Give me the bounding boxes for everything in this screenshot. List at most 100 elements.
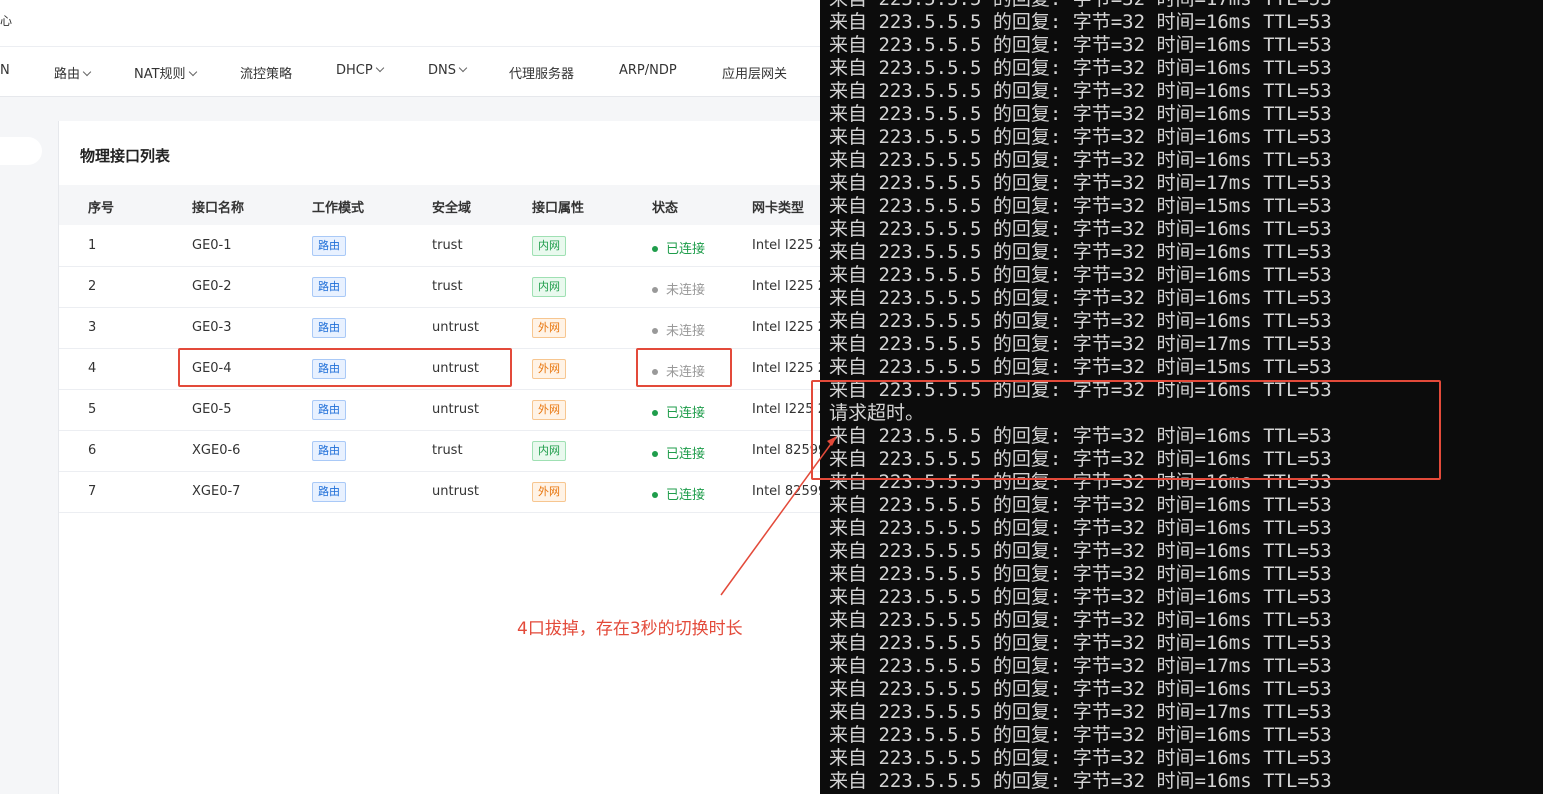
row-nic-type: Intel I225 2 — [752, 361, 820, 376]
nav-item-n[interactable]: N — [0, 63, 10, 78]
column-header-nic: 网卡类型 — [752, 201, 805, 216]
row-zone: trust — [432, 238, 463, 253]
terminal-line: 来自 223.5.5.5 的回复: 字节=32 时间=16ms TTL=53 — [829, 770, 1332, 792]
row-attr-tag: 内网 — [532, 236, 566, 256]
table-row[interactable]: 4 GE0-4 路由 untrust 外网 未连接 Intel I225 2 — [59, 349, 820, 390]
row-index: 2 — [88, 279, 97, 294]
annotation-note: 4口拔掉，存在3秒的切换时长 — [517, 619, 743, 639]
row-mode-tag: 路由 — [312, 400, 346, 420]
terminal-line: 来自 223.5.5.5 的回复: 字节=32 时间=17ms TTL=53 — [829, 172, 1332, 194]
row-interface-name: XGE0-6 — [192, 443, 241, 458]
interface-list-panel: 物理接口列表 序号 接口名称 工作模式 安全域 接口属性 状态 网卡类型 1 GE… — [59, 121, 820, 794]
row-status: 已连接 — [652, 238, 705, 257]
terminal-line: 来自 223.5.5.5 的回复: 字节=32 时间=16ms TTL=53 — [829, 448, 1332, 470]
status-dot-icon — [652, 287, 658, 293]
row-attr-tag: 外网 — [532, 482, 566, 502]
nav-item-flow-control[interactable]: 流控策略 — [240, 63, 292, 82]
terminal-line: 来自 223.5.5.5 的回复: 字节=32 时间=16ms TTL=53 — [829, 80, 1332, 102]
row-status-text: 未连接 — [666, 365, 706, 380]
nav-item-nat-rules[interactable]: NAT规则 — [134, 63, 197, 82]
row-nic-type: Intel 82599 — [752, 484, 820, 499]
terminal-line: 请求超时。 — [829, 402, 925, 424]
terminal-line: 来自 223.5.5.5 的回复: 字节=32 时间=17ms TTL=53 — [829, 701, 1332, 723]
row-status-text: 已连接 — [666, 242, 706, 257]
terminal-line: 来自 223.5.5.5 的回复: 字节=32 时间=16ms TTL=53 — [829, 264, 1332, 286]
row-attr-tag: 内网 — [532, 277, 566, 297]
terminal-line: 来自 223.5.5.5 的回复: 字节=32 时间=16ms TTL=53 — [829, 540, 1332, 562]
row-zone: trust — [432, 443, 463, 458]
column-header-attr: 接口属性 — [532, 201, 585, 216]
nav-item-proxy-server[interactable]: 代理服务器 — [509, 63, 574, 82]
row-nic-type: Intel I225 2 — [752, 238, 820, 253]
table-row[interactable]: 7 XGE0-7 路由 untrust 外网 已连接 Intel 82599 — [59, 472, 820, 513]
table-row[interactable]: 5 GE0-5 路由 untrust 外网 已连接 Intel I225 2 — [59, 390, 820, 431]
row-interface-name: GE0-3 — [192, 320, 232, 335]
row-attr-tag: 外网 — [532, 400, 566, 420]
row-index: 5 — [88, 402, 97, 417]
column-header-mode: 工作模式 — [312, 201, 365, 216]
row-interface-name: XGE0-7 — [192, 484, 241, 499]
row-index: 6 — [88, 443, 97, 458]
row-status-text: 已连接 — [666, 488, 706, 503]
terminal-line: 来自 223.5.5.5 的回复: 字节=32 时间=16ms TTL=53 — [829, 471, 1332, 493]
row-interface-name: GE0-5 — [192, 402, 232, 417]
panel-title: 物理接口列表 — [80, 147, 171, 165]
row-mode-tag: 路由 — [312, 482, 346, 502]
nav-item-arp-ndp[interactable]: ARP/NDP — [619, 63, 677, 78]
terminal-line: 来自 223.5.5.5 的回复: 字节=32 时间=16ms TTL=53 — [829, 678, 1332, 700]
nav-item-dns[interactable]: DNS — [428, 63, 468, 78]
row-status-text: 已连接 — [666, 447, 706, 462]
status-dot-icon — [652, 492, 658, 498]
status-dot-icon — [652, 328, 658, 334]
nav-item-routing[interactable]: 路由 — [54, 63, 92, 82]
terminal-line: 来自 223.5.5.5 的回复: 字节=32 时间=15ms TTL=53 — [829, 195, 1332, 217]
terminal-line: 来自 223.5.5.5 的回复: 字节=32 时间=16ms TTL=53 — [829, 218, 1332, 240]
table-row[interactable]: 3 GE0-3 路由 untrust 外网 未连接 Intel I225 2 — [59, 308, 820, 349]
chevron-down-icon — [375, 63, 384, 73]
terminal-line: 来自 223.5.5.5 的回复: 字节=32 时间=16ms TTL=53 — [829, 586, 1332, 608]
terminal-line: 来自 223.5.5.5 的回复: 字节=32 时间=16ms TTL=53 — [829, 241, 1332, 263]
sidebar — [0, 121, 59, 794]
status-dot-icon — [652, 451, 658, 457]
nav-item-dhcp[interactable]: DHCP — [336, 63, 384, 78]
row-nic-type: Intel I225 2 — [752, 279, 820, 294]
row-status: 未连接 — [652, 320, 705, 339]
row-interface-name: GE0-2 — [192, 279, 232, 294]
column-header-name: 接口名称 — [192, 201, 245, 216]
table-row[interactable]: 2 GE0-2 路由 trust 内网 未连接 Intel I225 2 — [59, 267, 820, 308]
row-mode-tag: 路由 — [312, 441, 346, 461]
terminal-line: 来自 223.5.5.5 的回复: 字节=32 时间=16ms TTL=53 — [829, 747, 1332, 769]
row-zone: untrust — [432, 361, 480, 376]
row-nic-type: Intel I225 2 — [752, 320, 820, 335]
top-bar-title-fragment: 心 — [0, 14, 13, 28]
nav-item-alg[interactable]: 应用层网关 — [722, 63, 787, 82]
terminal-line: 来自 223.5.5.5 的回复: 字节=32 时间=16ms TTL=53 — [829, 724, 1332, 746]
terminal-line: 来自 223.5.5.5 的回复: 字节=32 时间=16ms TTL=53 — [829, 609, 1332, 631]
table-row[interactable]: 6 XGE0-6 路由 trust 内网 已连接 Intel 82599 — [59, 431, 820, 472]
terminal-line: 来自 223.5.5.5 的回复: 字节=32 时间=16ms TTL=53 — [829, 563, 1332, 585]
terminal-line: 来自 223.5.5.5 的回复: 字节=32 时间=16ms TTL=53 — [829, 126, 1332, 148]
table-row[interactable]: 1 GE0-1 路由 trust 内网 已连接 Intel I225 2 — [59, 226, 820, 267]
top-bar: 心 — [0, 0, 820, 46]
row-status: 已连接 — [652, 443, 705, 462]
terminal-line: 来自 223.5.5.5 的回复: 字节=32 时间=17ms TTL=53 — [829, 655, 1332, 677]
column-header-index: 序号 — [88, 201, 115, 216]
ping-terminal: 来自 223.5.5.5 的回复: 字节=32 时间=17ms TTL=53来自… — [820, 0, 1543, 794]
status-dot-icon — [652, 369, 658, 375]
row-mode-tag: 路由 — [312, 318, 346, 338]
chevron-down-icon — [82, 67, 92, 77]
top-nav: N 路由 NAT规则 流控策略 DHCP DNS 代理服务器 ARP/NDP 应… — [0, 46, 820, 97]
row-interface-name: GE0-1 — [192, 238, 232, 253]
chevron-down-icon — [458, 63, 468, 73]
row-attr-tag: 内网 — [532, 441, 566, 461]
row-status-text: 已连接 — [666, 406, 706, 421]
terminal-line: 来自 223.5.5.5 的回复: 字节=32 时间=16ms TTL=53 — [829, 632, 1332, 654]
row-attr-tag: 外网 — [532, 318, 566, 338]
row-index: 3 — [88, 320, 97, 335]
row-nic-type: Intel 82599 — [752, 443, 820, 458]
terminal-line: 来自 223.5.5.5 的回复: 字节=32 时间=16ms TTL=53 — [829, 287, 1332, 309]
sidebar-active-item[interactable] — [0, 137, 42, 165]
row-interface-name: GE0-4 — [192, 361, 232, 376]
terminal-line: 来自 223.5.5.5 的回复: 字节=32 时间=16ms TTL=53 — [829, 310, 1332, 332]
row-index: 4 — [88, 361, 97, 376]
